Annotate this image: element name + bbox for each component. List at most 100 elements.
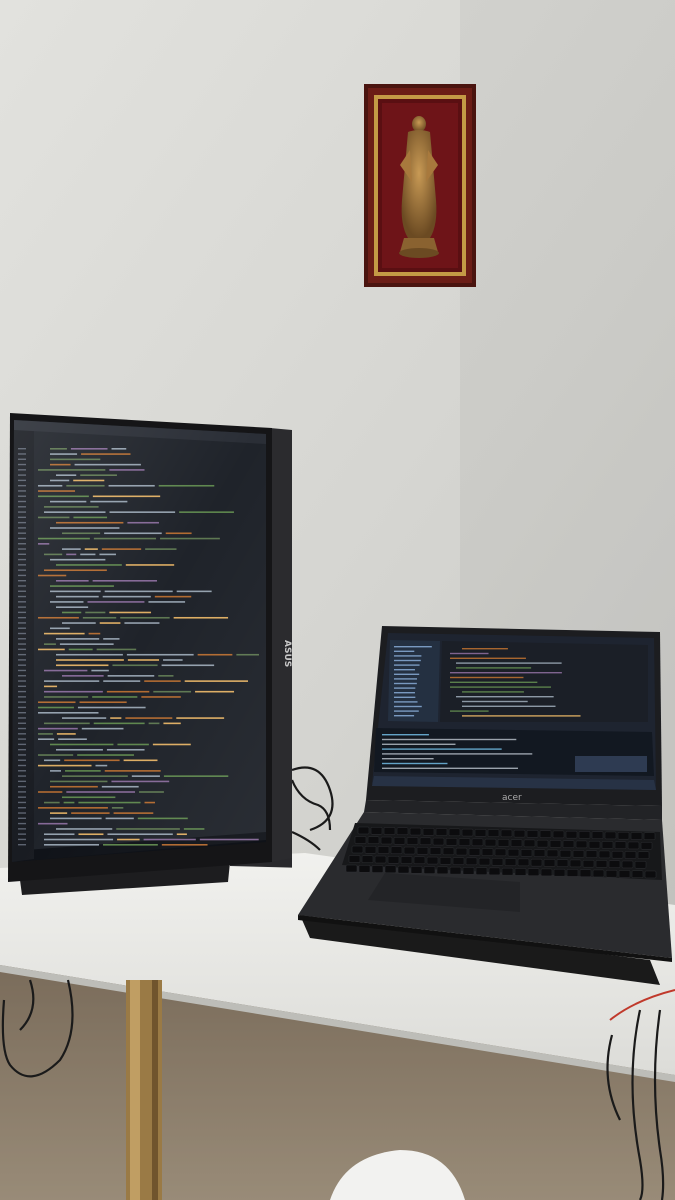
keyboard-key bbox=[380, 836, 393, 845]
keyboard-key bbox=[364, 846, 377, 854]
keyboard-key bbox=[423, 866, 436, 874]
keyboard-key bbox=[546, 849, 559, 858]
keyboard-key bbox=[409, 827, 422, 836]
keyboard-key bbox=[484, 838, 497, 847]
keyboard-key bbox=[384, 865, 397, 874]
code-line bbox=[450, 686, 551, 688]
keyboard-key bbox=[501, 867, 514, 876]
keyboard-key bbox=[488, 867, 501, 876]
photo-scene: ASUS acer bbox=[0, 0, 675, 1200]
code-line bbox=[462, 700, 528, 703]
keyboard-key bbox=[474, 829, 487, 837]
keyboard-key bbox=[354, 836, 367, 844]
keyboard-key bbox=[591, 831, 604, 839]
keyboard-key bbox=[357, 826, 370, 835]
keyboard-key bbox=[631, 870, 644, 878]
keyboard-key bbox=[601, 841, 614, 849]
keyboard-key bbox=[358, 865, 371, 873]
keyboard-key bbox=[478, 857, 491, 866]
keyboard-key bbox=[614, 841, 627, 849]
keyboard-key bbox=[432, 837, 445, 846]
keyboard-key bbox=[637, 851, 650, 859]
file-tree-item bbox=[394, 650, 415, 652]
keyboard-key bbox=[598, 850, 611, 859]
file-tree-item bbox=[394, 646, 432, 648]
keyboard-key bbox=[400, 856, 413, 864]
keyboard-key bbox=[419, 837, 432, 846]
keyboard-key bbox=[461, 828, 474, 837]
keyboard-key bbox=[605, 869, 618, 878]
keyboard-key bbox=[370, 827, 383, 835]
keyboard-key bbox=[588, 840, 601, 849]
code-line bbox=[456, 662, 562, 664]
keyboard-key bbox=[436, 866, 449, 875]
keyboard-key bbox=[374, 855, 387, 864]
keyboard-key bbox=[618, 870, 631, 878]
file-tree-item bbox=[394, 682, 417, 685]
keyboard-key bbox=[552, 830, 565, 839]
keyboard-key bbox=[566, 869, 579, 877]
keyboard-key bbox=[494, 848, 507, 857]
file-tree-item bbox=[394, 696, 416, 698]
file-tree-item bbox=[394, 669, 415, 671]
keyboard-key bbox=[513, 829, 526, 838]
keyboard-key bbox=[445, 838, 458, 846]
code-line bbox=[462, 648, 508, 650]
keyboard-key bbox=[449, 866, 462, 875]
keyboard-key bbox=[500, 829, 513, 838]
code-line bbox=[450, 652, 489, 655]
keyboard-key bbox=[504, 858, 517, 866]
file-tree-item bbox=[394, 701, 418, 703]
keyboard-key bbox=[481, 848, 494, 856]
keyboard-key bbox=[403, 846, 416, 855]
keyboard-key bbox=[644, 870, 657, 879]
monitor-brand-logo: ASUS bbox=[282, 640, 292, 667]
keyboard-key bbox=[471, 838, 484, 847]
keyboard-key bbox=[422, 828, 435, 836]
keyboard-key bbox=[517, 858, 530, 867]
keyboard-key bbox=[458, 838, 471, 846]
keyboard-key bbox=[455, 847, 468, 856]
keyboard-key bbox=[549, 840, 562, 848]
keyboard-key bbox=[348, 855, 361, 863]
code-line bbox=[450, 710, 489, 712]
file-tree-item bbox=[394, 715, 415, 717]
keyboard-key bbox=[611, 850, 624, 859]
terminal-line bbox=[382, 758, 434, 760]
keyboard-key bbox=[416, 847, 429, 855]
keyboard-key bbox=[371, 865, 384, 873]
keyboard-key bbox=[439, 857, 452, 865]
file-tree-item bbox=[394, 705, 422, 708]
keyboard-key bbox=[536, 839, 549, 848]
keyboard-key bbox=[562, 840, 575, 848]
keyboard-key bbox=[526, 830, 539, 838]
terminal-line bbox=[382, 748, 502, 750]
keyboard-key bbox=[630, 832, 643, 840]
keyboard-key bbox=[345, 864, 358, 873]
file-tree-item bbox=[394, 655, 422, 657]
file-tree-item bbox=[394, 673, 420, 675]
keyboard-key bbox=[540, 868, 553, 877]
file-tree-item bbox=[394, 659, 421, 662]
code-line bbox=[450, 676, 524, 679]
keyboard-key bbox=[530, 858, 543, 867]
keyboard-key bbox=[377, 846, 390, 854]
file-tree-item bbox=[394, 710, 419, 712]
keyboard-key bbox=[527, 868, 540, 876]
laptop-brand-logo: acer bbox=[502, 793, 522, 803]
file-tree-item bbox=[394, 678, 418, 680]
keyboard-key bbox=[643, 832, 656, 840]
keyboard-key bbox=[585, 850, 598, 858]
terminal-line bbox=[382, 762, 448, 765]
file-tree-item bbox=[394, 687, 416, 689]
terminal-line bbox=[382, 734, 429, 736]
keyboard-key bbox=[556, 859, 569, 867]
keyboard-key bbox=[624, 851, 637, 859]
code-line bbox=[456, 696, 554, 698]
keyboard-key bbox=[452, 857, 465, 865]
file-tree-item bbox=[394, 664, 420, 666]
keyboard-key bbox=[523, 839, 536, 848]
keyboard-key bbox=[426, 856, 439, 865]
keyboard-key bbox=[468, 848, 481, 856]
terminal-line bbox=[382, 738, 517, 741]
